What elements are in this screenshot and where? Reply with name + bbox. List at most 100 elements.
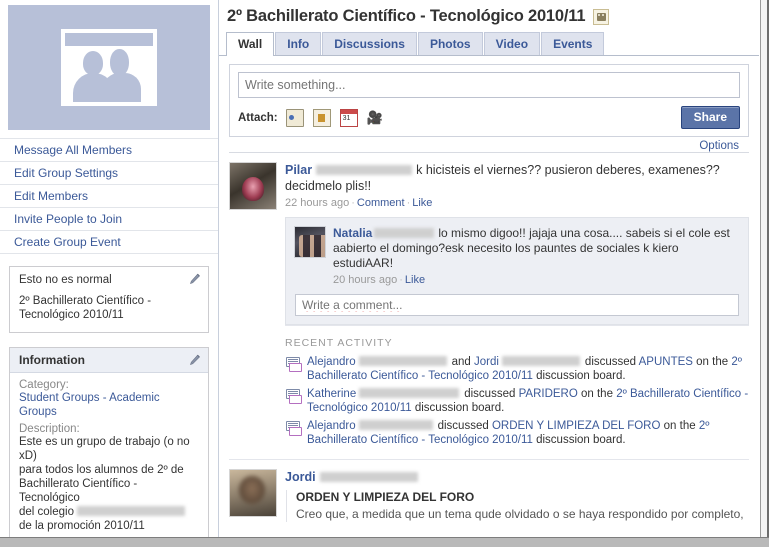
redacted-author-surname	[316, 165, 412, 175]
comment-text-line: Natalialo mismo digoo!! jajaja una cosa.…	[333, 226, 740, 271]
activity-suffix: discussion board.	[536, 370, 626, 382]
activity-preposition: on the	[696, 356, 728, 368]
post-body: Jordi ORDEN Y LIMPIEZA DEL FORO Creo que…	[285, 469, 749, 522]
tab-video[interactable]: Video	[484, 32, 540, 55]
activity-topic[interactable]: ORDEN Y LIMPIEZA DEL FORO	[492, 420, 661, 432]
sidebar-link-edit-group-settings[interactable]: Edit Group Settings	[14, 166, 118, 180]
avatar[interactable]	[229, 162, 277, 210]
facebook-group-page: Message All Members Edit Group Settings …	[0, 0, 769, 547]
comment-author-link[interactable]: Natalia	[333, 226, 372, 240]
activity-actor-2[interactable]: Jordi	[474, 356, 499, 368]
redacted-actor-1-surname	[359, 388, 459, 398]
post-like-link[interactable]: Like	[412, 197, 432, 209]
wall-stream: Pilark hicisteis el viernes?? pusieron d…	[219, 152, 759, 530]
activity-topic[interactable]: PARIDERO	[519, 388, 578, 400]
activity-item: Katherinediscussed PARIDERO on the 2º Ba…	[285, 387, 749, 415]
share-button[interactable]: Share	[681, 106, 740, 129]
status-box: Esto no es normal 2º Bachillerato Cientí…	[9, 266, 209, 333]
sidebar-item-edit-group-settings[interactable]: Edit Group Settings	[0, 161, 218, 184]
description-line-4: del colegio	[19, 506, 74, 518]
activity-text: Alejandro and Jordi discussed APUNTES on t…	[307, 355, 749, 383]
tab-info[interactable]: Info	[275, 32, 321, 55]
sidebar-link-create-group-event[interactable]: Create Group Event	[14, 235, 121, 249]
category-value: Student Groups - Academic Groups	[19, 391, 199, 419]
post-author-link[interactable]: Jordi	[285, 470, 316, 484]
link-icon[interactable]	[286, 109, 304, 127]
activity-suffix: discussion board.	[415, 402, 505, 414]
post-timestamp: 22 hours ago	[285, 197, 349, 209]
discussion-icon	[285, 389, 301, 403]
activity-preposition: on the	[581, 388, 613, 400]
tab-photos[interactable]: Photos	[418, 32, 483, 55]
status-box-body: 2º Bachillerato Científico - Tecnológico…	[19, 294, 199, 322]
group-photo-frame	[61, 29, 157, 106]
comment-input[interactable]	[295, 294, 739, 316]
sidebar-item-create-group-event[interactable]: Create Group Event	[0, 230, 218, 254]
edit-information-pencil-icon[interactable]	[189, 354, 201, 366]
description-line-2: para todos los alumnos de 2º de	[19, 464, 184, 476]
activity-verb: discussed	[438, 420, 489, 432]
sidebar-link-message-all-members[interactable]: Message All Members	[14, 143, 132, 157]
sidebar-item-message-all-members[interactable]: Message All Members	[0, 138, 218, 161]
post-composer-input[interactable]	[238, 72, 740, 98]
activity-actor-1[interactable]: Alejandro	[307, 356, 356, 368]
attach-label: Attach:	[238, 112, 278, 124]
information-header: Information	[10, 348, 208, 373]
left-sidebar: Message All Members Edit Group Settings …	[0, 0, 219, 538]
description-line-5: de la promoción 2010/11	[19, 520, 145, 532]
attach-row: Attach: 31 🎥 Share	[238, 106, 740, 129]
activity-suffix: discussion board.	[536, 434, 626, 446]
sidebar-link-edit-members[interactable]: Edit Members	[14, 189, 88, 203]
discussion-icon	[285, 357, 301, 371]
activity-preposition: on the	[664, 420, 696, 432]
sidebar-item-edit-members[interactable]: Edit Members	[0, 184, 218, 207]
group-photo[interactable]	[8, 5, 210, 130]
sidebar-link-invite-people-to-join[interactable]: Invite People to Join	[14, 212, 122, 226]
board-post-wrapper: ORDEN Y LIMPIEZA DEL FORO Creo que, a me…	[286, 490, 749, 522]
comment-block: Natalialo mismo digoo!! jajaja una cosa.…	[285, 217, 749, 325]
options-link[interactable]: Options	[699, 140, 739, 152]
activity-topic[interactable]: APUNTES	[639, 356, 693, 368]
post-author-link[interactable]: Pilar	[285, 163, 312, 177]
comment-avatar[interactable]	[294, 226, 326, 258]
description-value: Este es un grupo de trabajo (o no xD) pa…	[19, 435, 199, 533]
information-box: Information Category: Student Groups - A…	[9, 347, 209, 538]
activity-actor-1[interactable]: Alejandro	[307, 420, 356, 432]
information-header-label: Information	[19, 353, 85, 367]
event-calendar-icon[interactable]: 31	[340, 109, 358, 127]
wall-post: Jordi ORDEN Y LIMPIEZA DEL FORO Creo que…	[229, 459, 749, 530]
edit-pencil-icon[interactable]	[189, 273, 201, 285]
board-post-title[interactable]: ORDEN Y LIMPIEZA DEL FORO	[296, 490, 749, 504]
tab-bar: Wall Info Discussions Photos Video Event…	[219, 32, 759, 56]
video-icon[interactable]: 🎥	[367, 110, 383, 126]
main-column: 2º Bachillerato Científico - Tecnológico…	[219, 0, 759, 538]
composer-wrapper: Attach: 31 🎥 Share Options	[219, 56, 759, 152]
activity-item: Alejandro and Jordi discussed APUNTES on t…	[285, 355, 749, 383]
post-composer: Attach: 31 🎥 Share	[229, 64, 749, 137]
tab-wall[interactable]: Wall	[226, 32, 274, 56]
category-link[interactable]: Student Groups - Academic Groups	[19, 392, 160, 418]
title-bar: 2º Bachillerato Científico - Tecnológico…	[219, 0, 759, 32]
activity-actor-1[interactable]: Katherine	[307, 388, 356, 400]
avatar[interactable]	[229, 469, 277, 517]
comment-like-link[interactable]: Like	[405, 274, 425, 286]
group-default-photo-icon	[65, 33, 153, 102]
redacted-actor-2-surname	[502, 356, 580, 366]
redacted-author-surname	[320, 472, 418, 482]
activity-text: Katherinediscussed PARIDERO on the 2º Ba…	[307, 387, 749, 415]
description-line-3: Bachillerato Científico - Tecnológico	[19, 478, 137, 504]
activity-verb: discussed	[585, 356, 636, 368]
post-comment-link[interactable]: Comment	[357, 197, 405, 209]
wall-post: Pilark hicisteis el viernes?? pusieron d…	[229, 152, 749, 459]
activity-verb: discussed	[464, 388, 515, 400]
activity-text: Alejandro discussed ORDEN Y LIMPIEZA DEL …	[307, 419, 749, 447]
sidebar-item-invite-people-to-join[interactable]: Invite People to Join	[0, 207, 218, 230]
page-content: Message All Members Edit Group Settings …	[0, 0, 759, 538]
tab-discussions[interactable]: Discussions	[322, 32, 417, 55]
activity-conjunction: and	[452, 356, 471, 368]
tab-events[interactable]: Events	[541, 32, 604, 55]
information-body: Category: Student Groups - Academic Grou…	[10, 373, 208, 538]
photo-icon[interactable]	[313, 109, 331, 127]
category-label: Category:	[19, 379, 199, 391]
description-label: Description:	[19, 423, 199, 435]
